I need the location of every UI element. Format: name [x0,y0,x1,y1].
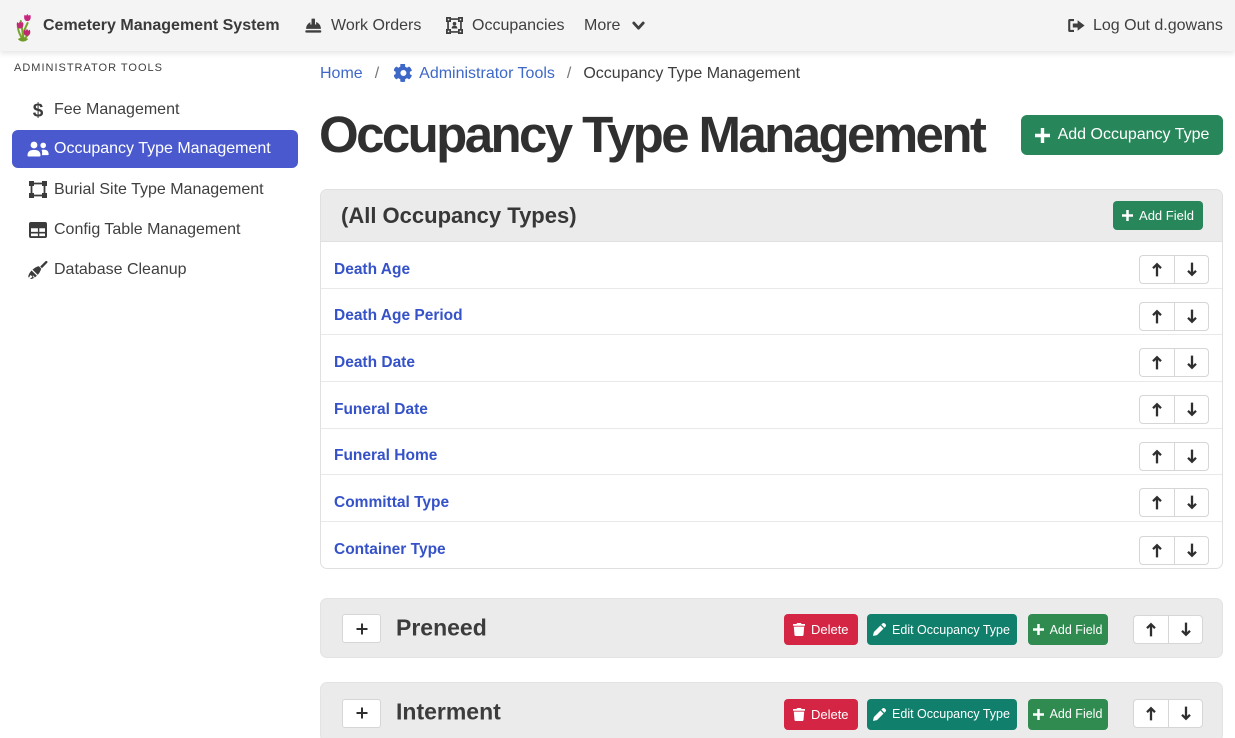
svg-text:$: $ [33,100,44,120]
